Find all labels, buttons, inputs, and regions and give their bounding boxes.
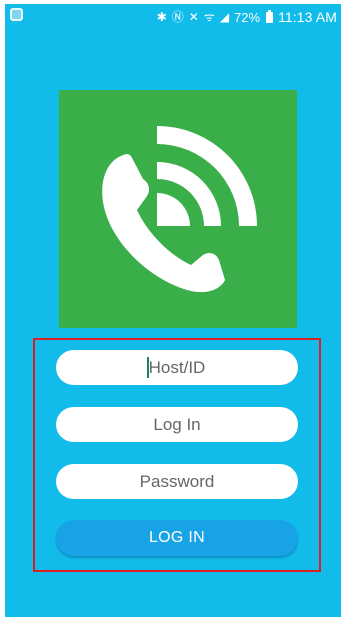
- clock-time: 11:13 AM: [278, 9, 337, 25]
- nfc-icon: Ⓝ: [171, 10, 184, 24]
- app-logo: [59, 90, 297, 328]
- app-screen: ✱ Ⓝ ✕ ᯤ ◢ 72% 11:13 AM LOG IN: [5, 4, 341, 617]
- battery-percent: 72%: [234, 9, 261, 25]
- bluetooth-icon: ✱: [156, 10, 167, 24]
- battery-icon: [266, 9, 274, 23]
- app-notification-icon: [10, 8, 23, 21]
- login-input[interactable]: [56, 407, 298, 442]
- text-cursor: [147, 357, 149, 378]
- status-indicators: ✱ Ⓝ ✕ ᯤ ◢ 72% 11:13 AM: [157, 9, 337, 25]
- signal-icon: ◢: [219, 10, 230, 24]
- mute-icon: ✕: [188, 10, 199, 24]
- host-id-input[interactable]: [56, 350, 298, 385]
- status-bar: ✱ Ⓝ ✕ ᯤ ◢ 72% 11:13 AM: [5, 4, 341, 30]
- password-input[interactable]: [56, 464, 298, 499]
- login-button[interactable]: LOG IN: [56, 520, 298, 556]
- phone-with-signal-waves-icon: [102, 126, 257, 293]
- wifi-icon: ᯤ: [203, 10, 215, 24]
